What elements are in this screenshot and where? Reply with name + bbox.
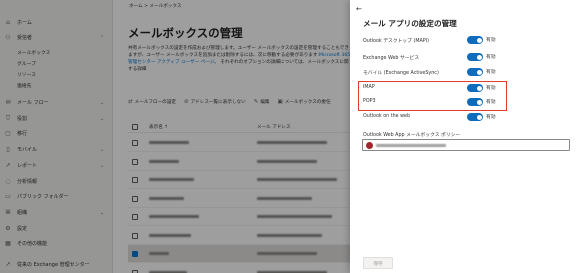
owa-policy-dropdown[interactable]: [362, 139, 570, 151]
app-setting-row: モバイル (Exchange ActiveSync) 有効: [363, 67, 563, 77]
policy-avatar-icon: [366, 142, 373, 149]
app-setting-label: Outlook デスクトップ (MAPI): [363, 39, 429, 44]
app-toggle-state: 有効: [486, 55, 496, 60]
app-toggle-switch[interactable]: [467, 53, 483, 61]
modal-overlay[interactable]: [0, 0, 350, 273]
app-toggle-state: 有効: [486, 115, 496, 120]
app-toggle-switch[interactable]: [467, 113, 483, 121]
app-toggle-switch[interactable]: [467, 36, 483, 44]
imap-pop3-highlight: [358, 81, 507, 111]
app-setting-label: Outlook on the web: [363, 114, 411, 119]
app-setting-label: Exchange Web サービス: [363, 56, 420, 61]
save-button[interactable]: 保存: [363, 257, 393, 269]
policy-value-redacted: [376, 144, 446, 147]
app-toggle-state: 有効: [486, 38, 496, 43]
app-setting-row: Outlook on the web 有効: [363, 112, 563, 122]
app-toggle-state: 有効: [486, 70, 496, 75]
app-setting-row: Outlook デスクトップ (MAPI) 有効: [363, 35, 563, 45]
back-arrow-icon[interactable]: ←: [356, 5, 362, 13]
panel-title: メール アプリの設定の管理: [363, 19, 457, 28]
app-toggle-switch[interactable]: [467, 68, 483, 76]
owa-policy-label: Outlook Web App メールボックス ポリシー: [363, 133, 461, 138]
app-setting-row: Exchange Web サービス 有効: [363, 52, 563, 62]
app-setting-label: モバイル (Exchange ActiveSync): [363, 71, 439, 76]
